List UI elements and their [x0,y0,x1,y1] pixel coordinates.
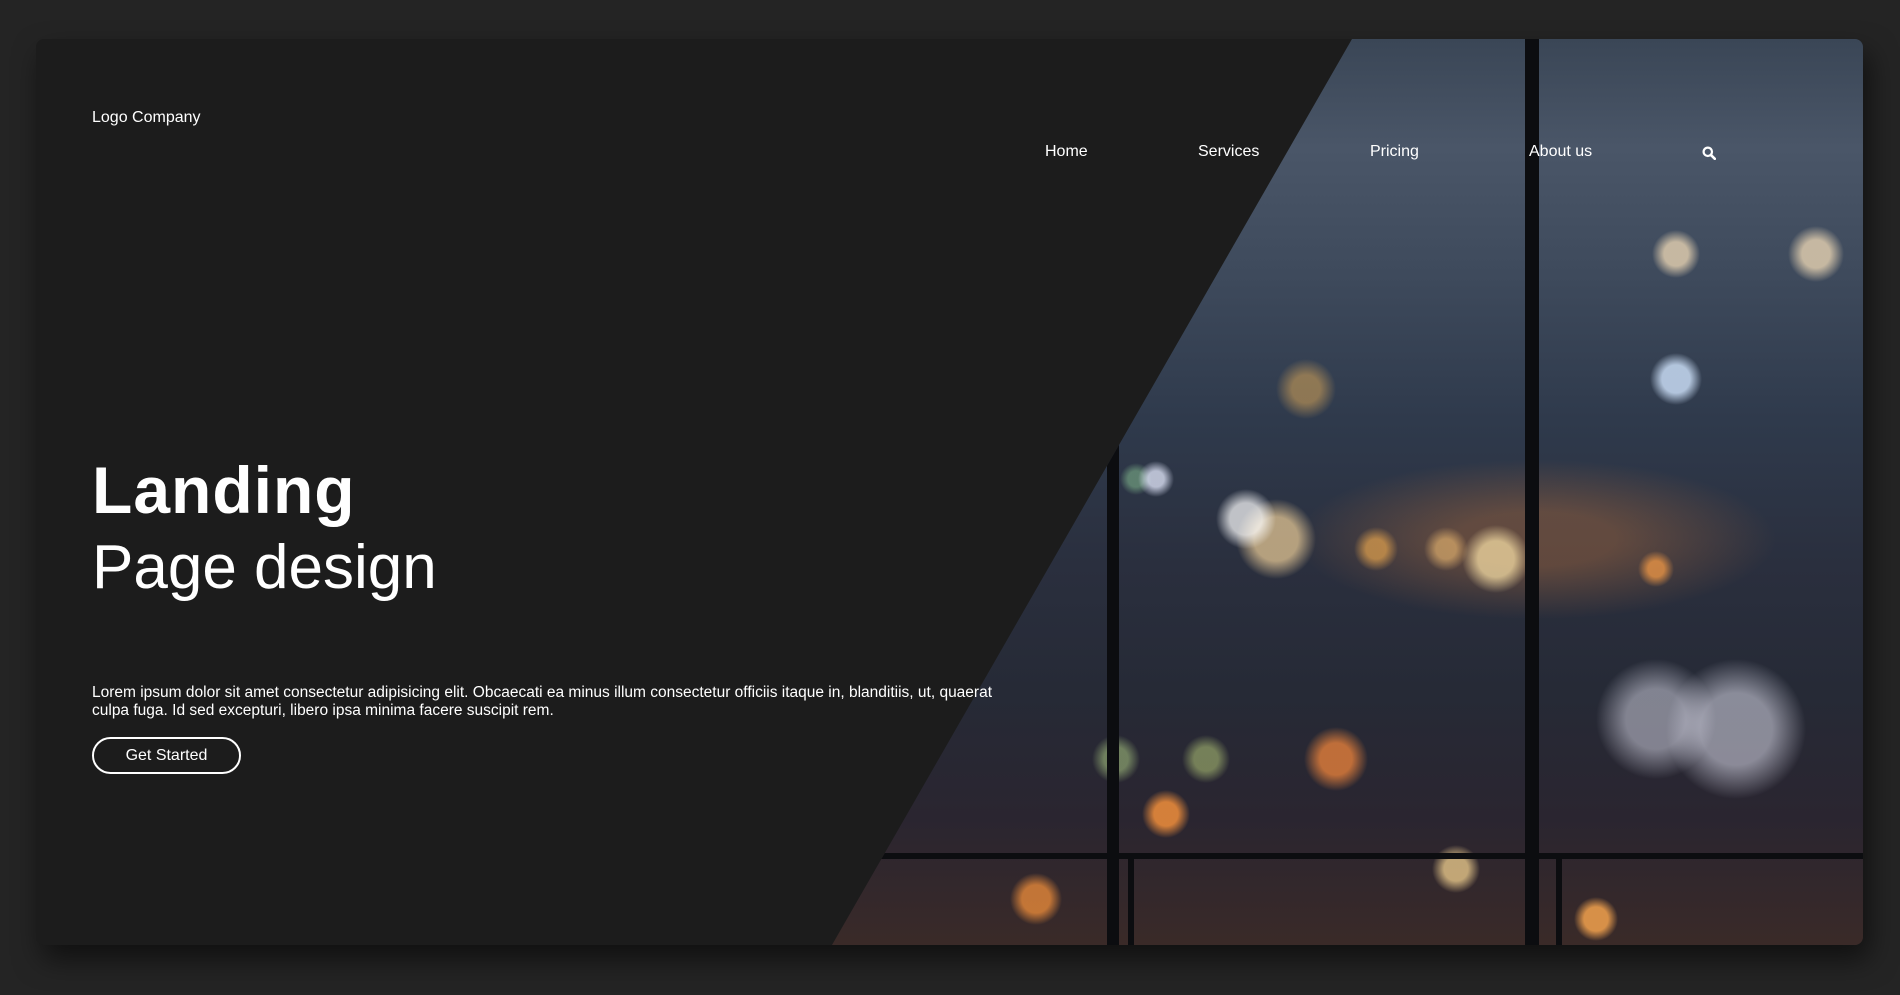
nav-item-pricing[interactable]: Pricing [1370,143,1419,161]
get-started-button[interactable]: Get Started [92,737,241,774]
window-mullion [836,853,1863,859]
window-mullion [1128,859,1134,945]
window-mullion [1107,443,1119,945]
hero-title-bold: Landing [92,453,356,527]
search-icon[interactable] [1702,146,1717,161]
nav-item-services[interactable]: Services [1198,143,1259,161]
logo[interactable]: Logo Company [92,109,201,127]
hero-description: Lorem ipsum dolor sit amet consectetur a… [92,684,993,719]
nav-item-about-us[interactable]: About us [1529,143,1592,161]
nav-item-home[interactable]: Home [1045,143,1088,161]
hero-title-light: Page design [92,533,437,602]
window-mullion [1525,39,1539,945]
window-mullion [1556,859,1562,945]
landing-frame: Logo Company Home Services Pricing About… [36,39,1863,945]
